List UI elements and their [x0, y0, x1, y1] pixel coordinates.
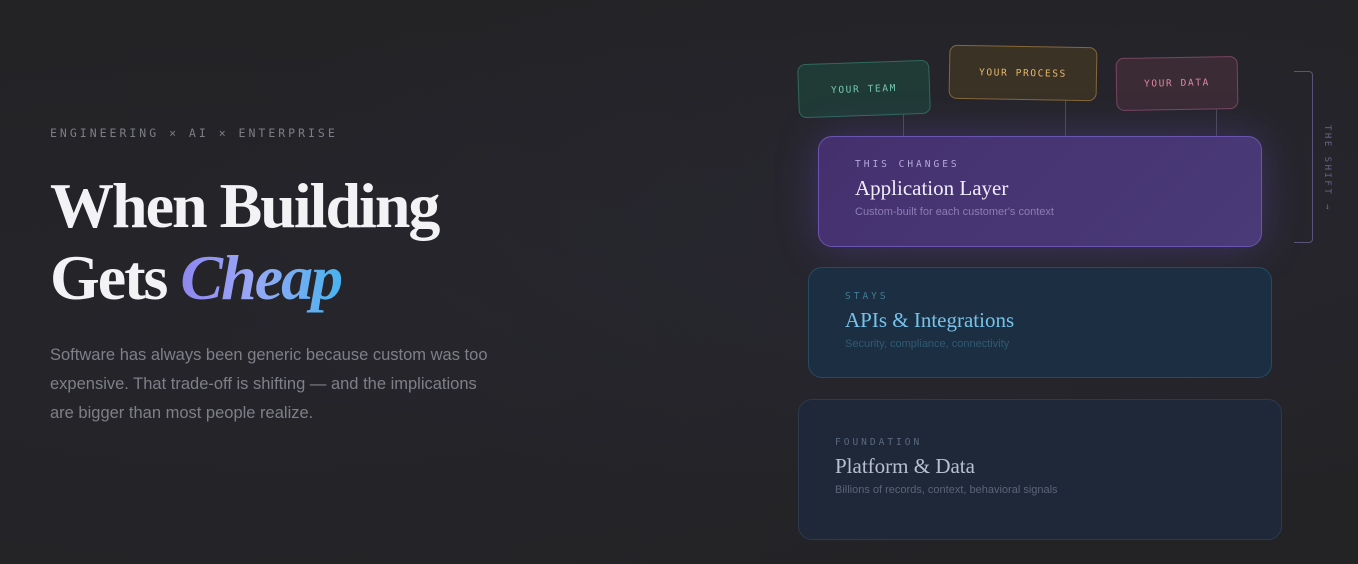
layer-description: Billions of records, context, behavioral… [835, 484, 1058, 496]
layer-heading: Platform & Data [835, 454, 975, 478]
title-line-2: Gets Cheap [50, 242, 438, 314]
title-accent: Cheap [180, 242, 343, 313]
hero-lede: Software has always been generic because… [50, 346, 488, 422]
connector-process [1065, 98, 1066, 136]
title-line-1: When Building [50, 170, 440, 241]
layer-label: STAYS [845, 291, 889, 302]
layer-application: THIS CHANGES Application Layer Custom-bu… [818, 136, 1262, 247]
shift-label: THE SHIFT → [1322, 125, 1332, 213]
layer-description: Security, compliance, connectivity [845, 338, 1010, 350]
layer-label: THIS CHANGES [855, 159, 960, 170]
shift-bracket [1294, 71, 1313, 243]
layer-heading: APIs & Integrations [845, 308, 1015, 332]
layer-apis: STAYS APIs & Integrations Security, comp… [808, 267, 1272, 378]
layer-label: FOUNDATION [835, 437, 923, 448]
layer-heading: Application Layer [855, 176, 1009, 200]
layer-description: Custom-built for each customer's context [855, 206, 1054, 218]
chip-your-data: YOUR DATA [1115, 55, 1239, 112]
connector-team [903, 112, 904, 136]
hero-eyebrow: ENGINEERING × AI × ENTERPRISE [50, 126, 338, 140]
chip-your-process: YOUR PROCESS [948, 44, 1098, 102]
title-prefix: Gets [50, 242, 181, 313]
layer-platform: FOUNDATION Platform & Data Billions of r… [798, 399, 1282, 540]
chip-your-team: YOUR TEAM [797, 59, 931, 119]
connector-data [1216, 108, 1217, 136]
page-title: When Building Gets Cheap [50, 170, 440, 314]
